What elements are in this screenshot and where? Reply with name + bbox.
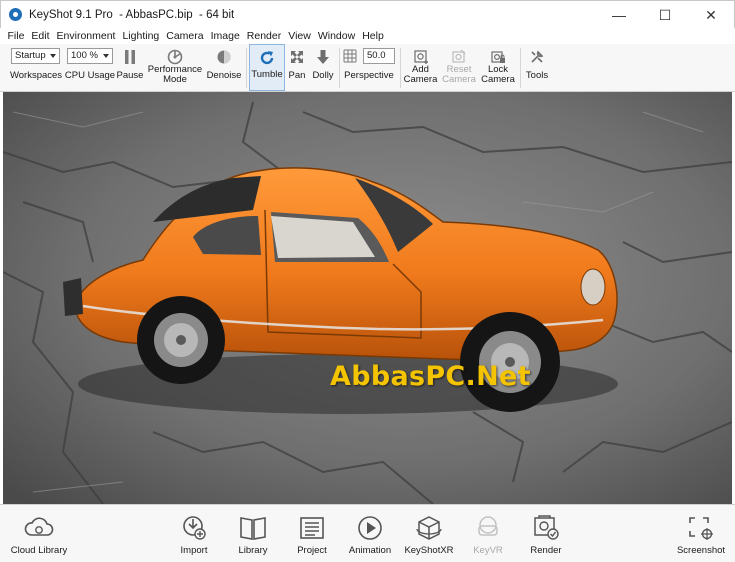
menu-image[interactable]: Image	[207, 30, 243, 42]
import-icon	[179, 513, 209, 543]
pan-button[interactable]: Pan	[286, 44, 308, 91]
tumble-button[interactable]: Tumble	[249, 44, 285, 91]
library-button[interactable]: Library	[234, 513, 272, 561]
add-camera-icon	[412, 48, 430, 66]
close-button[interactable]: ✕	[688, 1, 734, 29]
reset-camera-icon	[450, 48, 468, 66]
render-viewport[interactable]: AbbasPC.Net	[3, 92, 732, 504]
keyvr-button[interactable]: KeyVR	[471, 513, 505, 561]
title-bar: KeyShot 9.1 Pro - AbbasPC.bip - 64 bit —…	[0, 0, 735, 28]
menu-environment[interactable]: Environment	[53, 30, 119, 42]
keyshot-logo-icon	[9, 8, 22, 21]
minimize-button[interactable]: —	[596, 1, 642, 29]
menu-window[interactable]: Window	[314, 30, 358, 42]
ribbon-divider	[339, 48, 340, 88]
menu-help[interactable]: Help	[359, 30, 388, 42]
cloud-library-icon	[24, 513, 54, 543]
render-icon	[531, 513, 561, 543]
animation-icon	[355, 513, 385, 543]
menu-lighting[interactable]: Lighting	[119, 30, 163, 42]
denoise-icon	[215, 48, 233, 66]
dolly-icon	[314, 48, 332, 66]
dolly-button[interactable]: Dolly	[309, 44, 337, 91]
reset-camera-button[interactable]: Reset Camera	[440, 44, 478, 91]
ribbon-toolbar: Startup Workspaces 100 % CPU Usage Pause…	[0, 44, 735, 92]
menu-render[interactable]: Render	[243, 30, 284, 42]
tools-icon	[528, 48, 546, 66]
keyshotxr-icon	[414, 513, 444, 543]
watermark-text: AbbasPC.Net	[330, 361, 531, 392]
pan-icon	[288, 48, 306, 66]
menu-edit[interactable]: Edit	[28, 30, 53, 42]
performance-mode-icon	[166, 48, 184, 66]
lock-camera-button[interactable]: Lock Camera	[479, 44, 517, 91]
maximize-button[interactable]: ☐	[642, 1, 688, 29]
cloud-library-button[interactable]: Cloud Library	[10, 513, 68, 561]
window-controls: — ☐ ✕	[596, 1, 734, 29]
keyvr-headset-icon	[473, 513, 503, 543]
tools-button[interactable]: Tools	[523, 44, 551, 91]
screenshot-button[interactable]: Screenshot	[674, 513, 728, 561]
screenshot-icon	[686, 513, 716, 543]
workspaces-group: Workspaces	[8, 44, 64, 91]
cpu-usage-group: CPU Usage	[64, 44, 116, 91]
project-button[interactable]: Project	[293, 513, 331, 561]
perspective-label: Perspective	[344, 70, 394, 81]
render-button[interactable]: Render	[527, 513, 565, 561]
denoise-button[interactable]: Denoise	[204, 44, 244, 91]
cpu-usage-label: CPU Usage	[64, 70, 116, 81]
menu-camera[interactable]: Camera	[163, 30, 207, 42]
ribbon-divider	[520, 48, 521, 88]
ribbon-divider	[400, 48, 401, 88]
window-title: KeyShot 9.1 Pro - AbbasPC.bip - 64 bit	[29, 8, 235, 21]
render-image	[3, 92, 732, 504]
menu-file[interactable]: File	[4, 30, 28, 42]
add-camera-button[interactable]: Add Camera	[402, 44, 439, 91]
ribbon-divider	[246, 48, 247, 88]
tumble-icon	[258, 49, 276, 67]
performance-mode-button[interactable]: Performance Mode	[146, 44, 204, 91]
project-icon	[297, 513, 327, 543]
library-icon	[238, 513, 268, 543]
lock-camera-icon	[489, 48, 507, 66]
pause-icon	[121, 48, 139, 66]
import-button[interactable]: Import	[176, 513, 212, 561]
pause-button[interactable]: Pause	[116, 44, 144, 91]
animation-button[interactable]: Animation	[346, 513, 394, 561]
keyshotxr-button[interactable]: KeyShotXR	[403, 513, 455, 561]
workspaces-label: Workspaces	[9, 70, 63, 81]
bottom-toolbar: Cloud Library Import Library Project Ani…	[0, 504, 735, 562]
menu-view[interactable]: View	[285, 30, 315, 42]
perspective-group: Perspective	[342, 44, 396, 91]
menu-bar: File Edit Environment Lighting Camera Im…	[0, 28, 735, 44]
